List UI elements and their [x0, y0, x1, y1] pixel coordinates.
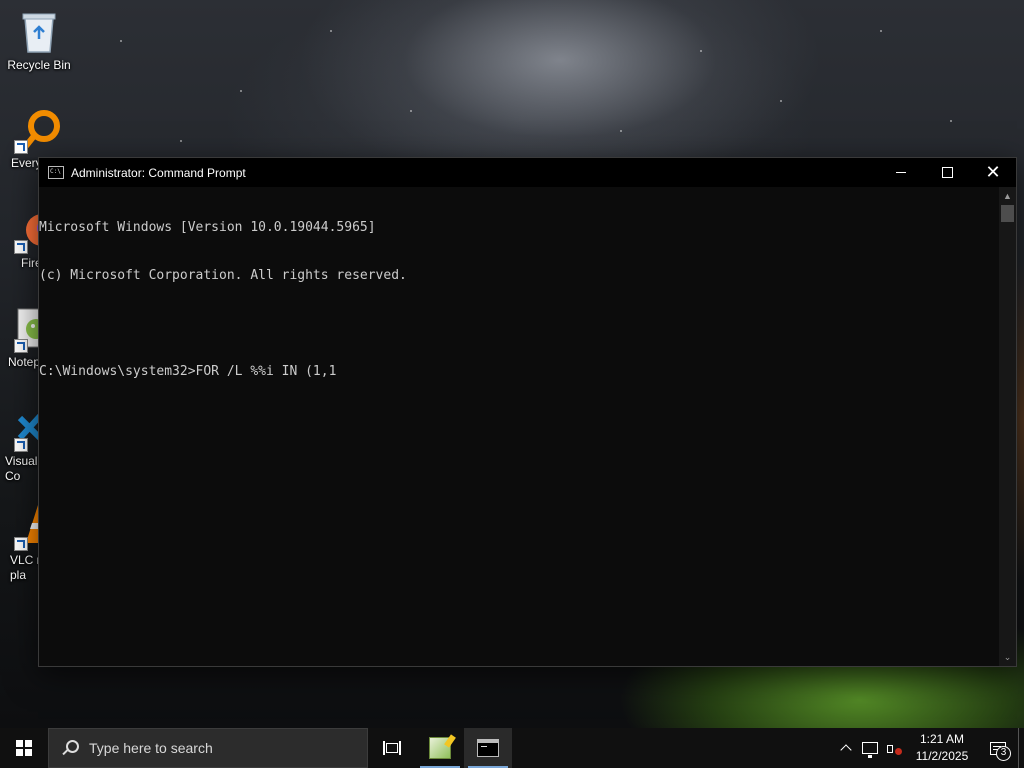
taskbar-search-box[interactable]: Type here to search — [48, 728, 368, 768]
console-output[interactable]: Microsoft Windows [Version 10.0.19044.59… — [39, 187, 999, 666]
scrollbar-thumb[interactable] — [1001, 205, 1014, 222]
vertical-scrollbar[interactable]: ▲ ⌄ — [999, 187, 1016, 666]
network-icon — [862, 742, 878, 758]
recycle-bin-icon — [15, 8, 63, 56]
volume-button[interactable] — [882, 728, 906, 768]
system-tray: 1:21 AM 11/2/2025 3 — [834, 728, 1024, 768]
shortcut-arrow-icon — [14, 140, 28, 154]
command-prompt-icon — [477, 739, 499, 757]
task-view-button[interactable] — [368, 728, 416, 768]
taskbar-app-command-prompt[interactable] — [464, 728, 512, 768]
console-line: Microsoft Windows [Version 10.0.19044.59… — [39, 220, 376, 235]
maximize-button[interactable] — [924, 158, 970, 187]
speaker-muted-icon — [886, 741, 902, 755]
cmd-app-icon — [48, 166, 64, 179]
windows-logo-icon — [16, 740, 32, 756]
minimize-button[interactable] — [878, 158, 924, 187]
shortcut-arrow-icon — [14, 438, 28, 452]
start-button[interactable] — [0, 728, 48, 768]
console-prompt-line: C:\Windows\system32>FOR /L %%i IN (1,1 — [39, 364, 337, 379]
desktop-icon-recycle-bin[interactable]: Recycle Bin — [1, 8, 77, 73]
chevron-up-icon — [840, 744, 852, 756]
search-placeholder: Type here to search — [89, 740, 213, 756]
search-icon — [62, 740, 79, 756]
taskbar: Type here to search 1:21 AM 11/2/2025 3 — [0, 728, 1024, 768]
close-button[interactable]: ✕ — [970, 158, 1016, 187]
network-button[interactable] — [858, 728, 882, 768]
window-titlebar[interactable]: Administrator: Command Prompt ✕ — [39, 158, 1016, 187]
show-hidden-icons-button[interactable] — [834, 728, 858, 768]
shortcut-arrow-icon — [14, 339, 28, 353]
shortcut-arrow-icon — [14, 537, 28, 551]
everything-search-icon — [14, 106, 62, 154]
notification-count-badge: 3 — [996, 746, 1011, 761]
task-view-icon — [383, 741, 401, 755]
clock-date: 11/2/2025 — [915, 749, 969, 763]
shortcut-arrow-icon — [14, 240, 28, 254]
clock-time: 1:21 AM — [919, 732, 965, 746]
desktop-icon-label: Recycle Bin — [7, 58, 71, 72]
taskbar-clock[interactable]: 1:21 AM 11/2/2025 — [906, 731, 978, 765]
action-center-button[interactable]: 3 — [978, 728, 1018, 768]
taskbar-app-notepad-plus-plus[interactable] — [416, 728, 464, 768]
scroll-down-arrow-icon[interactable]: ⌄ — [999, 649, 1016, 666]
command-prompt-window[interactable]: Administrator: Command Prompt ✕ Microsof… — [38, 157, 1017, 667]
scroll-up-arrow-icon[interactable]: ▲ — [999, 187, 1016, 204]
show-desktop-button[interactable] — [1018, 728, 1024, 768]
notepad-plus-plus-icon — [429, 737, 451, 759]
console-line: ​ — [39, 316, 999, 332]
console-line: (c) Microsoft Corporation. All rights re… — [39, 268, 407, 283]
window-title: Administrator: Command Prompt — [71, 165, 246, 180]
